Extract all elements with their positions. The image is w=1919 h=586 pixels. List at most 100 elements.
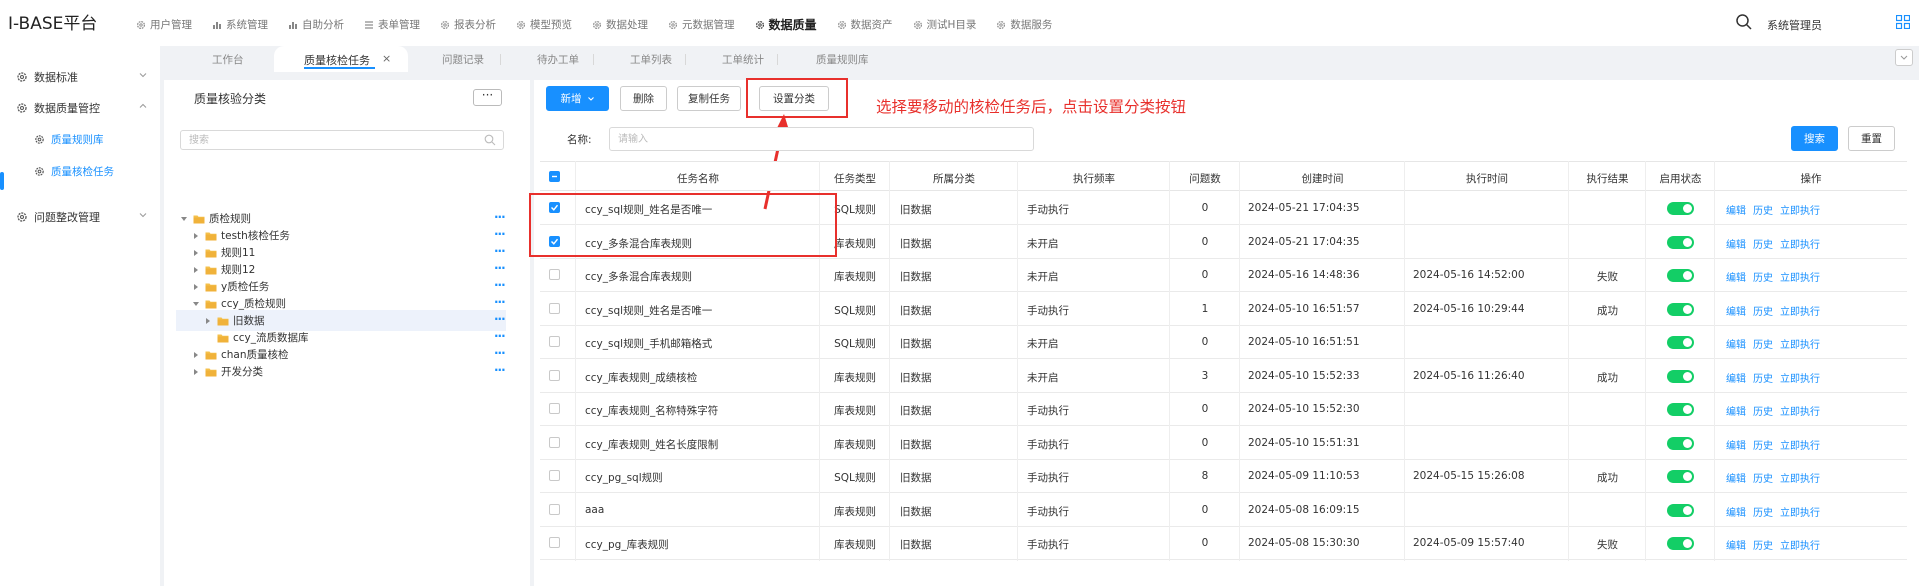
edit-link[interactable]: 编辑 bbox=[1726, 470, 1746, 485]
enable-switch[interactable] bbox=[1667, 269, 1694, 282]
history-link[interactable]: 历史 bbox=[1753, 470, 1773, 485]
table-row[interactable]: ccy_多条混合库表规则 库表规则 旧数据 未开启 0 2024-05-16 14:48:… bbox=[540, 259, 1907, 292]
nav-item[interactable]: 模型预览 bbox=[516, 16, 572, 33]
table-row[interactable]: ccy_sql规则_姓名是否唯一 SQL规则 旧数据 手动执行 1 2024-05-10 … bbox=[540, 293, 1907, 326]
run-now-link[interactable]: 立即执行 bbox=[1780, 403, 1820, 418]
row-checkbox[interactable] bbox=[549, 369, 560, 381]
history-link[interactable]: 历史 bbox=[1753, 202, 1773, 217]
tab-rule-library[interactable]: 质量规则库 bbox=[816, 52, 869, 67]
tree-node-more-button[interactable]: ··· bbox=[494, 312, 506, 326]
enable-switch[interactable] bbox=[1667, 470, 1694, 483]
run-now-link[interactable]: 立即执行 bbox=[1780, 236, 1820, 251]
tab-workbench[interactable]: 工作台 bbox=[212, 52, 244, 67]
nav-item[interactable]: 用户管理 bbox=[136, 16, 192, 33]
caret-down-icon[interactable] bbox=[180, 215, 188, 223]
nav-item[interactable]: 数据处理 bbox=[592, 16, 648, 33]
tree-node-more-button[interactable]: ··· bbox=[494, 210, 506, 224]
row-checkbox[interactable] bbox=[549, 537, 560, 548]
table-row[interactable]: ccy_库表规则_成绩核检 库表规则 旧数据 未开启 3 2024-05-10 15:52… bbox=[540, 360, 1907, 393]
nav-item[interactable]: 系统管理 bbox=[212, 16, 268, 33]
tree-node-more-button[interactable]: ··· bbox=[494, 363, 506, 377]
user-name[interactable]: 系统管理员 bbox=[1767, 17, 1822, 33]
search-icon[interactable] bbox=[1735, 13, 1753, 31]
tree-node-more-button[interactable]: ··· bbox=[494, 278, 506, 292]
enable-switch[interactable] bbox=[1667, 369, 1694, 383]
app-grid-icon[interactable] bbox=[1896, 15, 1910, 29]
tree-node-more-button[interactable]: ··· bbox=[494, 227, 506, 241]
enable-switch[interactable] bbox=[1667, 336, 1694, 349]
history-link[interactable]: 历史 bbox=[1753, 403, 1773, 418]
history-link[interactable]: 历史 bbox=[1753, 537, 1773, 552]
edit-link[interactable]: 编辑 bbox=[1726, 236, 1746, 251]
run-now-link[interactable]: 立即执行 bbox=[1780, 202, 1820, 217]
nav-item[interactable]: 自助分析 bbox=[288, 16, 344, 33]
enable-switch[interactable] bbox=[1667, 403, 1694, 416]
tab-order-list[interactable]: 工单列表 bbox=[630, 52, 672, 67]
history-link[interactable]: 历史 bbox=[1753, 370, 1773, 385]
caret-right-icon[interactable] bbox=[192, 266, 200, 274]
reset-button[interactable]: 重置 bbox=[1848, 126, 1895, 151]
history-link[interactable]: 历史 bbox=[1753, 336, 1773, 351]
row-checkbox[interactable] bbox=[549, 302, 560, 314]
edit-link[interactable]: 编辑 bbox=[1726, 202, 1746, 217]
enable-switch[interactable] bbox=[1667, 537, 1694, 550]
history-link[interactable]: 历史 bbox=[1753, 236, 1773, 251]
row-checkbox[interactable] bbox=[549, 470, 560, 481]
tree-node[interactable]: 开发分类 bbox=[192, 361, 263, 382]
tab-todo-orders[interactable]: 待办工单 bbox=[537, 52, 579, 67]
tree-node-more-button[interactable]: ··· bbox=[494, 295, 506, 309]
edit-link[interactable]: 编辑 bbox=[1726, 537, 1746, 552]
edit-link[interactable]: 编辑 bbox=[1726, 269, 1746, 284]
nav-item[interactable]: 测试H目录 bbox=[913, 16, 976, 33]
nav-item[interactable]: 报表分析 bbox=[440, 16, 496, 33]
sidebar-item-rule-library[interactable]: 质量规则库 bbox=[34, 132, 104, 147]
row-checkbox[interactable] bbox=[549, 503, 560, 515]
tab-order-stats[interactable]: 工单统计 bbox=[722, 52, 764, 67]
edit-link[interactable]: 编辑 bbox=[1726, 403, 1746, 418]
tab-dropdown-button[interactable] bbox=[1895, 49, 1913, 66]
add-button[interactable]: 新增 bbox=[546, 86, 609, 111]
caret-right-icon[interactable] bbox=[192, 368, 200, 376]
history-link[interactable]: 历史 bbox=[1753, 303, 1773, 318]
history-link[interactable]: 历史 bbox=[1753, 437, 1773, 452]
name-filter-input[interactable] bbox=[609, 127, 1034, 151]
tree-node-more-button[interactable]: ··· bbox=[494, 261, 506, 275]
tab-issue-record[interactable]: 问题记录 bbox=[442, 52, 484, 67]
sidebar-item-quality-check-task[interactable]: 质量核检任务 bbox=[34, 164, 114, 179]
row-checkbox[interactable] bbox=[549, 436, 560, 448]
enable-switch[interactable] bbox=[1667, 302, 1694, 316]
caret-down-icon[interactable] bbox=[192, 300, 200, 308]
run-now-link[interactable]: 立即执行 bbox=[1780, 269, 1820, 284]
nav-item[interactable]: 表单管理 bbox=[364, 16, 420, 33]
run-now-link[interactable]: 立即执行 bbox=[1780, 437, 1820, 452]
delete-button[interactable]: 删除 bbox=[620, 86, 667, 111]
copy-task-button[interactable]: 复制任务 bbox=[677, 86, 741, 111]
tree-node-more-button[interactable]: ··· bbox=[494, 329, 506, 343]
nav-item[interactable]: 元数据管理 bbox=[668, 16, 735, 33]
close-icon[interactable]: × bbox=[382, 52, 391, 65]
run-now-link[interactable]: 立即执行 bbox=[1780, 336, 1820, 351]
caret-right-icon[interactable] bbox=[204, 334, 212, 342]
table-row[interactable]: ccy_库表规则_名称特殊字符 库表规则 旧数据 手动执行 0 2024-05-10 15… bbox=[540, 393, 1907, 426]
sidebar-item-data-standard[interactable]: 数据标准 bbox=[16, 69, 148, 85]
run-now-link[interactable]: 立即执行 bbox=[1780, 303, 1820, 318]
nav-item[interactable]: 数据资产 bbox=[837, 16, 893, 33]
table-row[interactable]: ccy_pg_库表规则 库表规则 旧数据 手动执行 0 2024-05-08 15:30:… bbox=[540, 527, 1907, 560]
enable-switch[interactable] bbox=[1667, 503, 1694, 517]
sidebar-item-issue-rectification[interactable]: 问题整改管理 bbox=[16, 209, 148, 225]
history-link[interactable]: 历史 bbox=[1753, 504, 1773, 519]
edit-link[interactable]: 编辑 bbox=[1726, 437, 1746, 452]
tree-node-more-button[interactable]: ··· bbox=[494, 346, 506, 360]
caret-right-icon[interactable] bbox=[192, 249, 200, 257]
edit-link[interactable]: 编辑 bbox=[1726, 336, 1746, 351]
search-icon[interactable] bbox=[484, 134, 496, 146]
enable-switch[interactable] bbox=[1667, 235, 1694, 249]
select-all-checkbox[interactable] bbox=[549, 171, 560, 182]
more-button[interactable]: ··· bbox=[473, 89, 502, 106]
nav-item[interactable]: 数据质量 bbox=[755, 16, 817, 33]
enable-switch[interactable] bbox=[1667, 202, 1694, 215]
caret-right-icon[interactable] bbox=[192, 283, 200, 291]
table-row[interactable]: aaa 库表规则 旧数据 手动执行 0 2024-05-08 16:09:15 编辑 历史 立即… bbox=[540, 494, 1907, 527]
tab-quality-check-task[interactable]: 质量核检任务 × bbox=[274, 46, 408, 72]
caret-right-icon[interactable] bbox=[192, 351, 200, 359]
